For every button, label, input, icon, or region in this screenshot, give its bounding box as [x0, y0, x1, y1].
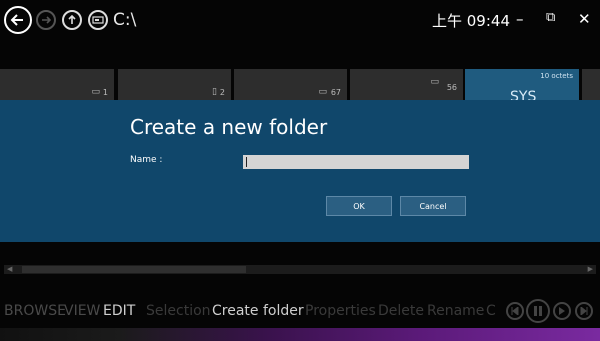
top-bar: C:\ 上午 09:44 – ⧉ ✕: [0, 0, 600, 42]
current-path: C:\: [113, 10, 137, 30]
tile-item[interactable]: 10 octets SYS: [465, 69, 579, 105]
close-button[interactable]: ✕: [578, 10, 591, 28]
folder-icon: ▭: [91, 87, 100, 97]
scroll-left-icon[interactable]: ◀: [7, 265, 12, 273]
properties-command[interactable]: Properties: [305, 303, 376, 319]
restore-button[interactable]: ⧉: [546, 10, 555, 25]
folder-icon: ▭: [318, 87, 327, 97]
rename-command[interactable]: Rename: [427, 303, 484, 319]
command-bar: BROWSE VIEW EDIT Selection Create folder…: [0, 299, 600, 323]
name-label: Name :: [130, 155, 163, 165]
folder-icon: ▭: [430, 77, 439, 87]
tile-count: 2: [219, 88, 225, 97]
arrow-left-icon: [10, 14, 23, 26]
up-button[interactable]: [62, 10, 82, 30]
arrow-right-icon: [42, 16, 52, 24]
scroll-right-icon[interactable]: ▶: [588, 265, 593, 273]
previous-icon: [511, 307, 519, 315]
tile-count: 56: [446, 83, 457, 92]
color-strip: [0, 328, 600, 341]
tile-size: 10 octets: [540, 72, 573, 80]
drive-button[interactable]: [88, 10, 108, 30]
tile-count: 67: [330, 88, 341, 97]
tile-item[interactable]: [582, 69, 600, 101]
pause-icon: [534, 306, 542, 316]
tab-view[interactable]: VIEW: [64, 303, 100, 319]
file-icon: ▯: [212, 87, 217, 97]
clock: 上午 09:44: [432, 12, 510, 30]
folder-name-input[interactable]: [243, 155, 469, 169]
horizontal-scrollbar[interactable]: ◀ ▶: [4, 265, 596, 274]
tab-edit[interactable]: EDIT: [103, 303, 135, 319]
tile-item[interactable]: ▭ 56: [350, 69, 463, 101]
play-icon: [559, 307, 565, 315]
tile-item[interactable]: ▯ 2: [118, 69, 231, 101]
previous-button[interactable]: [506, 302, 524, 320]
ok-button[interactable]: OK: [326, 196, 392, 216]
pause-button[interactable]: [526, 299, 550, 323]
tile-item[interactable]: ▭ 67: [234, 69, 347, 101]
forward-button[interactable]: [36, 10, 56, 30]
create-folder-dialog: Create a new folder Name : OK Cancel: [0, 100, 600, 242]
more-command[interactable]: C: [486, 303, 496, 319]
next-button[interactable]: [575, 302, 593, 320]
create-folder-command[interactable]: Create folder: [212, 303, 304, 319]
tile-count: 1: [102, 88, 108, 97]
next-icon: [580, 307, 588, 315]
cancel-button[interactable]: Cancel: [400, 196, 466, 216]
arrow-up-icon: [68, 14, 76, 24]
back-button[interactable]: [4, 6, 32, 34]
file-tiles: ▭ 1 ▯ 2 ▭ 67 ▭ 56 10 octets SYS: [0, 69, 600, 105]
delete-command[interactable]: Delete: [378, 303, 424, 319]
selection-command[interactable]: Selection: [146, 303, 211, 319]
tile-item[interactable]: ▭ 1: [0, 69, 114, 101]
tab-browse[interactable]: BROWSE: [4, 303, 66, 319]
dialog-title: Create a new folder: [130, 115, 328, 139]
drive-icon: [92, 16, 104, 24]
minimize-button[interactable]: –: [516, 10, 524, 28]
scrollbar-thumb[interactable]: [22, 266, 246, 273]
play-button[interactable]: [553, 302, 571, 320]
text-cursor: [246, 157, 247, 167]
